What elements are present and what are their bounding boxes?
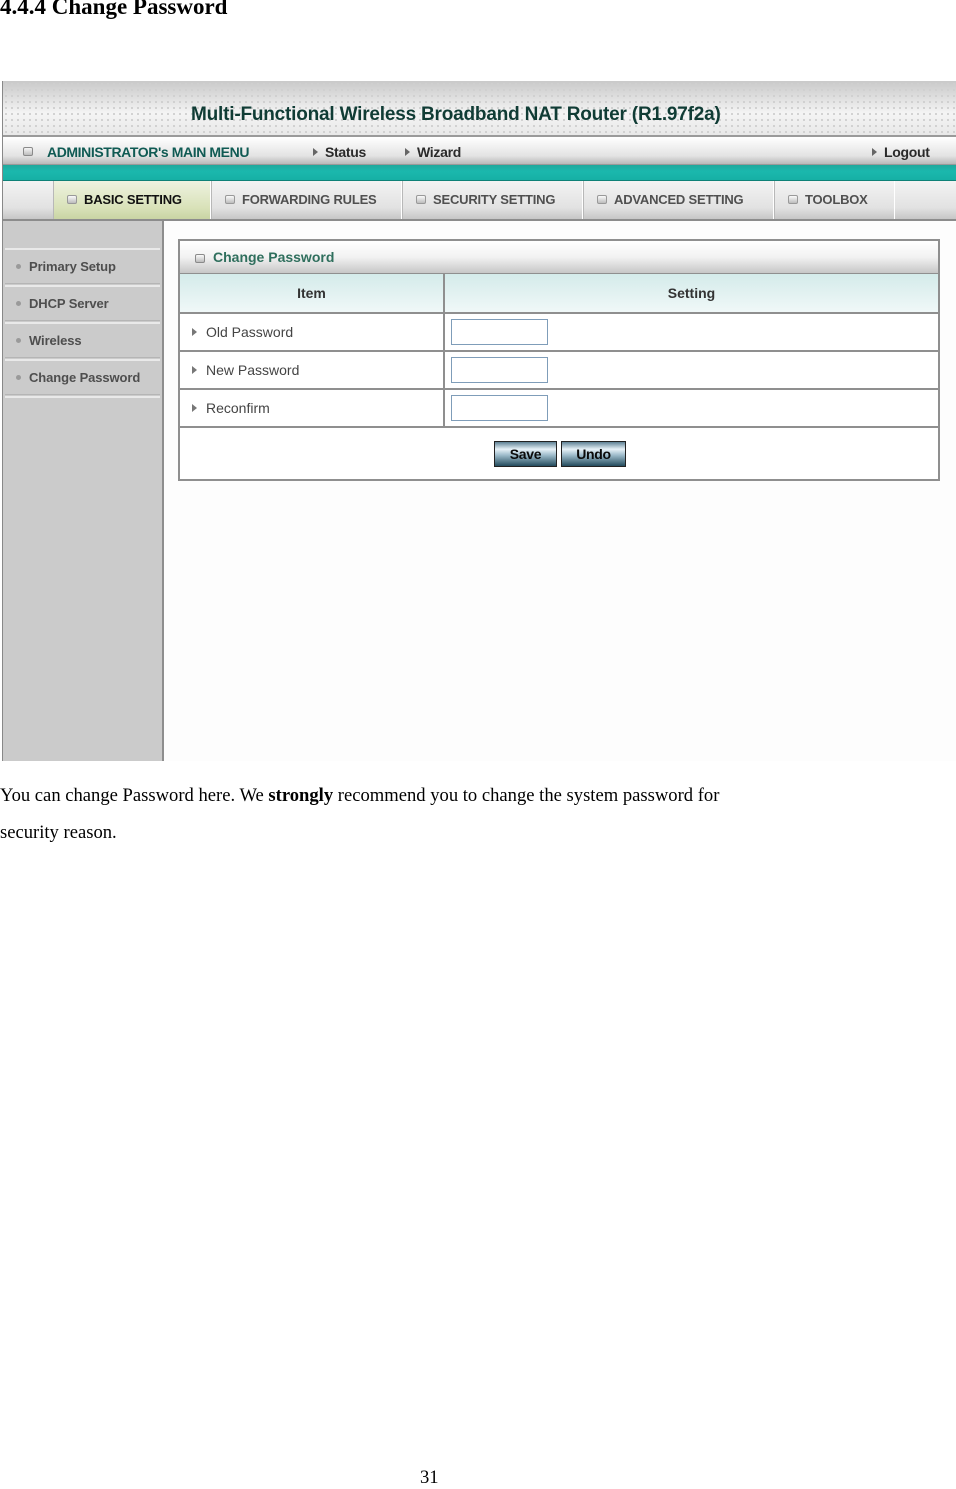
bullet-icon (16, 338, 21, 343)
bullet-icon (16, 264, 21, 269)
menu-square-icon (23, 147, 33, 156)
status-link[interactable]: Status (313, 144, 366, 160)
description-line-1: You can change Password here. We strongl… (0, 785, 720, 806)
bullet-icon (16, 301, 21, 306)
admin-main-menu-label: ADMINISTRATOR's MAIN MENU (47, 144, 250, 160)
column-header-setting: Setting (445, 274, 938, 314)
sidebar-item-change-password[interactable]: Change Password (5, 359, 160, 395)
tab-square-icon (788, 195, 798, 204)
sidebar-item-wireless[interactable]: Wireless (5, 322, 160, 358)
arrow-right-icon (313, 148, 318, 156)
panel-header: Change Password (180, 241, 938, 274)
bullet-icon (16, 375, 21, 380)
arrow-right-icon (192, 328, 197, 336)
tab-square-icon (67, 195, 77, 204)
description-line-2: security reason. (0, 822, 117, 843)
tab-security-setting[interactable]: SECURITY SETTING (402, 181, 583, 219)
tab-advanced-setting[interactable]: ADVANCED SETTING (583, 181, 774, 219)
table-row-old-password: Old Password (180, 314, 938, 352)
tab-toolbox[interactable]: TOOLBOX (774, 181, 895, 219)
arrow-right-icon (405, 148, 410, 156)
save-button[interactable]: Save (494, 441, 557, 467)
page-number: 31 (420, 1467, 439, 1488)
router-screenshot: Multi-Functional Wireless Broadband NAT … (2, 81, 956, 761)
panel-title: Change Password (213, 249, 335, 265)
emphasis-text: strongly (268, 785, 334, 806)
wizard-link[interactable]: Wizard (405, 144, 461, 160)
new-password-input[interactable] (451, 357, 548, 383)
table-row-new-password: New Password (180, 352, 938, 390)
tab-forwarding-rules[interactable]: FORWARDING RULES (211, 181, 402, 219)
change-password-panel: Change Password Item Setting Old Passwor… (178, 239, 940, 481)
teal-divider (3, 165, 956, 181)
arrow-right-icon (192, 404, 197, 412)
row-label: Reconfirm (180, 390, 445, 426)
sidebar-item-dhcp-server[interactable]: DHCP Server (5, 285, 160, 321)
arrow-right-icon (192, 366, 197, 374)
button-row: Save Undo (180, 428, 938, 479)
main-menu-bar: ADMINISTRATOR's MAIN MENU Status Wizard … (3, 137, 956, 165)
sidebar-item-primary-setup[interactable]: Primary Setup (5, 248, 160, 284)
section-heading: 4.4.4 Change Password (0, 0, 228, 19)
reconfirm-password-input[interactable] (451, 395, 548, 421)
router-banner: Multi-Functional Wireless Broadband NAT … (3, 81, 956, 137)
table-row-reconfirm: Reconfirm (180, 390, 938, 428)
logout-link[interactable]: Logout (872, 144, 930, 160)
row-label: Old Password (180, 314, 445, 350)
tab-basic-setting[interactable]: BASIC SETTING (53, 181, 211, 219)
old-password-input[interactable] (451, 319, 548, 345)
row-label: New Password (180, 352, 445, 388)
arrow-right-icon (872, 148, 877, 156)
panel-square-icon (195, 254, 205, 263)
router-title: Multi-Functional Wireless Broadband NAT … (191, 104, 721, 125)
tab-square-icon (416, 195, 426, 204)
undo-button[interactable]: Undo (561, 441, 626, 467)
column-header-item: Item (180, 274, 445, 314)
tab-square-icon (225, 195, 235, 204)
tab-bar: BASIC SETTING FORWARDING RULES SECURITY … (3, 181, 956, 221)
tab-square-icon (597, 195, 607, 204)
sidebar: Primary Setup DHCP Server Wireless Chang… (3, 221, 164, 761)
sidebar-divider (5, 396, 160, 401)
